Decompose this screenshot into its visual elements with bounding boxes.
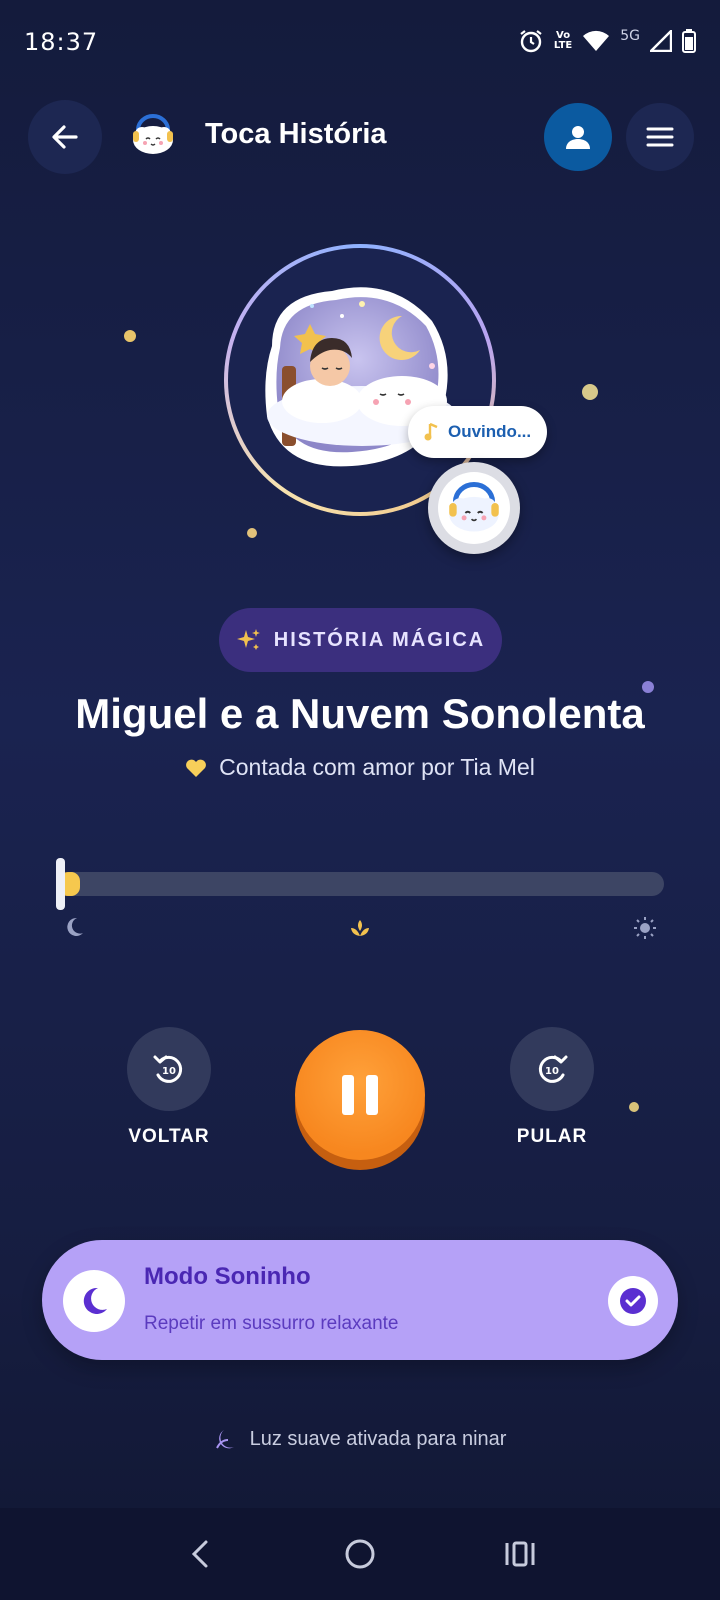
author-label: Contada com amor por Tia Mel — [219, 754, 535, 780]
forward-10-icon: 10 — [538, 1055, 568, 1083]
narrator-avatar — [428, 462, 520, 554]
wifi-icon — [582, 30, 610, 52]
rewind-10-icon: 10 — [153, 1055, 183, 1083]
hint-label: Luz suave ativada para ninar — [249, 1427, 507, 1450]
sleep-mode-subtitle: Repetir em sussurro relaxante — [144, 1313, 399, 1334]
heart-icon — [186, 759, 207, 777]
status-icons: Vo LTE 5G — [518, 28, 696, 54]
forward-button[interactable]: 10 — [510, 1027, 594, 1111]
network-type: 5G — [620, 28, 640, 44]
story-title: Miguel e a Nuvem Sonolenta — [75, 690, 645, 737]
music-note-icon — [424, 422, 438, 441]
nav-recents-icon — [505, 1541, 535, 1567]
moon-icon — [83, 1287, 107, 1314]
star-dot — [629, 1102, 639, 1112]
nav-home-button[interactable] — [330, 1524, 390, 1584]
story-author: Contada com amor por Tia Mel — [0, 754, 720, 781]
svg-text:10: 10 — [545, 1066, 559, 1077]
moon-icon — [67, 917, 83, 936]
nav-back-icon — [191, 1540, 208, 1568]
sleep-mode-toggle[interactable] — [608, 1276, 658, 1326]
rewind-button[interactable]: 10 — [127, 1027, 211, 1111]
cloud-mascot-icon — [449, 482, 499, 532]
progress-handle[interactable] — [56, 858, 65, 910]
back-arrow-icon — [52, 125, 78, 149]
listening-label: Ouvindo... — [448, 422, 532, 441]
back-button[interactable] — [28, 100, 102, 174]
check-circle-icon — [620, 1288, 646, 1314]
moon-leaf-icon — [215, 1430, 234, 1449]
menu-button[interactable] — [626, 103, 694, 171]
star-dot — [124, 330, 136, 342]
alarm-icon — [518, 28, 544, 54]
signal-icon — [650, 30, 672, 52]
battery-icon — [682, 29, 696, 53]
star-dot — [247, 528, 257, 538]
volte-icon: Vo LTE — [553, 30, 573, 51]
story-type-label: HISTÓRIA MÁGICA — [273, 628, 486, 651]
cloud-mascot-logo — [130, 114, 176, 156]
system-nav-bar — [0, 1508, 720, 1600]
menu-icon — [646, 127, 674, 147]
sleep-mode-icon-container — [63, 1270, 125, 1332]
status-time: 18:37 — [24, 28, 99, 56]
nav-home-icon — [345, 1539, 375, 1569]
svg-text:10: 10 — [162, 1066, 176, 1077]
profile-button[interactable] — [544, 103, 612, 171]
profile-icon — [566, 126, 590, 149]
star-dot — [582, 384, 598, 400]
nav-back-button[interactable] — [170, 1524, 230, 1584]
sleep-mode-title: Modo Soninho — [144, 1263, 311, 1290]
listening-indicator: Ouvindo... — [408, 406, 548, 458]
app-title: Toca História — [205, 118, 387, 150]
night-light-hint: Luz suave ativada para ninar — [0, 1427, 720, 1451]
sun-icon — [634, 917, 656, 939]
sleep-mode-card[interactable] — [42, 1240, 678, 1360]
pause-icon — [342, 1075, 378, 1115]
pause-button[interactable] — [295, 1030, 425, 1160]
lotus-icon — [351, 920, 369, 936]
progress-track[interactable] — [58, 872, 664, 896]
forward-label: PULAR — [516, 1126, 588, 1147]
sparkles-icon — [236, 629, 260, 650]
story-type-badge: HISTÓRIA MÁGICA — [219, 608, 502, 672]
rewind-label: VOLTAR — [128, 1126, 210, 1147]
nav-recents-button[interactable] — [490, 1524, 550, 1584]
